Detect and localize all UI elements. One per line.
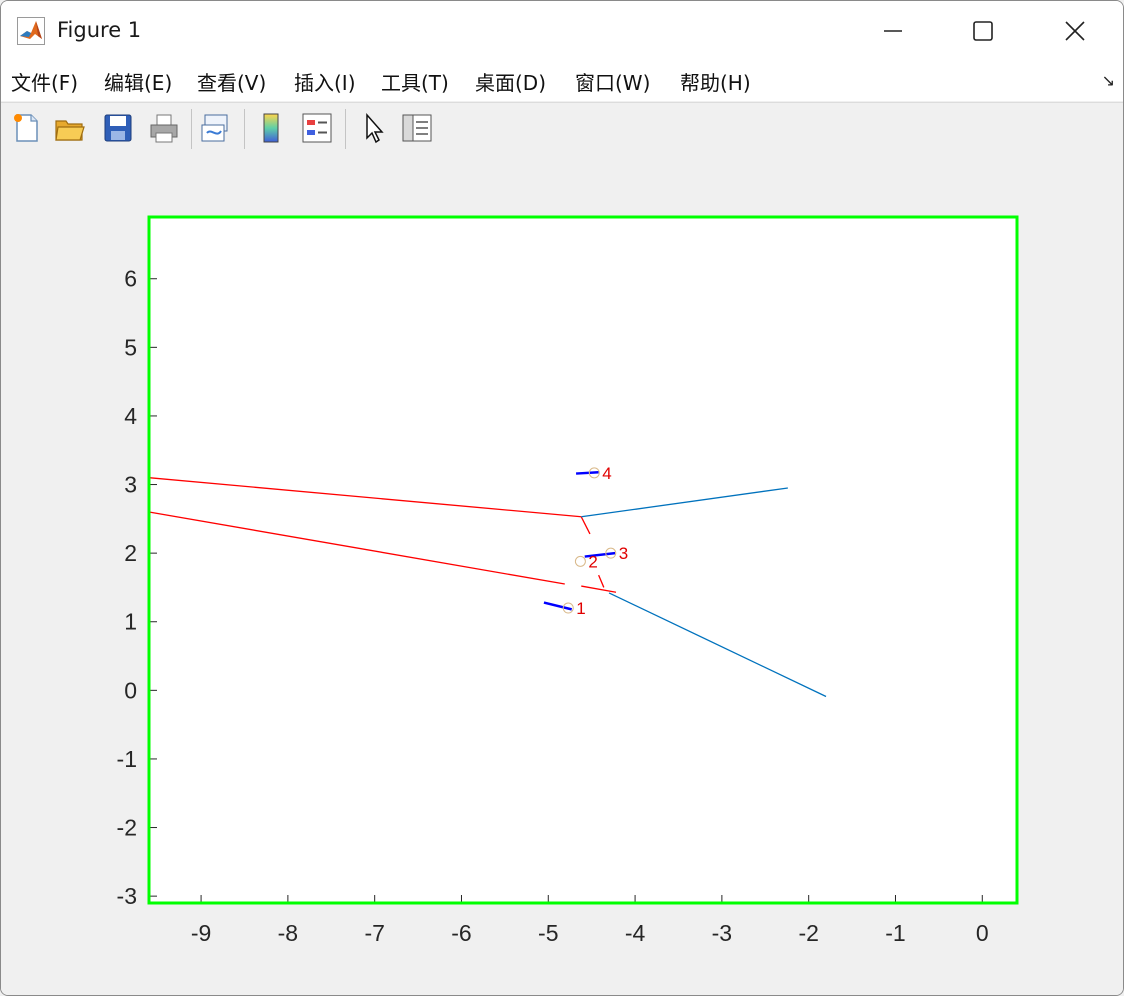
menu-desktop[interactable]: 桌面(D) xyxy=(475,67,546,96)
colorbar-icon[interactable] xyxy=(254,111,288,145)
save-icon[interactable] xyxy=(101,111,135,145)
title-bar[interactable]: Figure 1 xyxy=(1,1,1123,61)
menu-insert[interactable]: 插入(I) xyxy=(294,67,356,96)
x-tick-label: -4 xyxy=(625,920,646,946)
new-figure-icon[interactable] xyxy=(9,111,43,145)
x-tick-label: -6 xyxy=(451,920,471,946)
open-file-icon[interactable] xyxy=(53,111,87,145)
minimize-icon xyxy=(884,30,902,32)
x-tick-label: -1 xyxy=(885,920,905,946)
matlab-logo-icon xyxy=(17,17,45,45)
toolbar-separator xyxy=(191,109,192,149)
x-tick-label: 0 xyxy=(976,920,989,946)
toolbar-separator xyxy=(244,109,245,149)
pointer-icon[interactable] xyxy=(358,111,392,145)
x-tick-label: -8 xyxy=(278,920,298,946)
maximize-icon xyxy=(973,21,993,41)
close-button[interactable] xyxy=(1029,1,1121,61)
y-tick-label: 5 xyxy=(124,334,137,360)
axes-background xyxy=(149,217,1017,903)
minimize-button[interactable] xyxy=(847,1,939,61)
y-tick-label: -3 xyxy=(117,883,137,909)
point-label: 1 xyxy=(576,599,585,618)
plot-svg[interactable]: -9 -8 -7 -6 -5 -4 -3 -2 -1 0 -3 -2 -1 0 1 2 3 4 5 6 1 2 3 4 xyxy=(1,155,1123,995)
toolbar-separator xyxy=(345,109,346,149)
maximize-button[interactable] xyxy=(937,1,1029,61)
menu-view[interactable]: 查看(V) xyxy=(197,67,266,96)
y-tick-label: 4 xyxy=(124,403,137,429)
y-tick-label: 6 xyxy=(124,266,137,292)
point-label: 2 xyxy=(588,552,597,571)
x-tick-label: -3 xyxy=(712,920,732,946)
menu-edit[interactable]: 编辑(E) xyxy=(104,67,172,96)
y-tick-label: -1 xyxy=(117,746,137,772)
property-inspector-icon[interactable] xyxy=(400,111,434,145)
menu-window[interactable]: 窗口(W) xyxy=(575,67,650,96)
menu-help[interactable]: 帮助(H) xyxy=(680,67,751,96)
y-tick-label: 1 xyxy=(124,609,137,635)
blue-segment xyxy=(575,470,599,475)
y-tick-label: 2 xyxy=(124,540,137,566)
menu-expand-icon[interactable]: ↘ xyxy=(1102,71,1115,90)
x-tick-label: -5 xyxy=(538,920,558,946)
menu-bar: 文件(F) 编辑(E) 查看(V) 插入(I) 工具(T) 桌面(D) 窗口(W… xyxy=(1,61,1123,101)
window-title: Figure 1 xyxy=(57,18,142,42)
figure-window: Figure 1 文件(F) 编辑(E) 查看(V) 插入(I) 工具(T) 桌… xyxy=(0,0,1124,996)
legend-icon[interactable] xyxy=(300,111,334,145)
print-icon[interactable] xyxy=(147,111,181,145)
x-tick-label: -9 xyxy=(191,920,211,946)
x-tick-label: -7 xyxy=(364,920,384,946)
menu-file[interactable]: 文件(F) xyxy=(11,67,78,96)
y-tick-label: 3 xyxy=(124,472,137,498)
point-label: 3 xyxy=(619,544,628,563)
menu-tools[interactable]: 工具(T) xyxy=(381,67,449,96)
x-tick-label: -2 xyxy=(798,920,818,946)
link-plot-icon[interactable] xyxy=(199,111,233,145)
y-tick-label: -2 xyxy=(117,815,137,841)
figure-toolbar xyxy=(1,102,1123,156)
point-label: 4 xyxy=(602,464,611,483)
close-icon xyxy=(1065,21,1085,41)
figure-canvas: -9 -8 -7 -6 -5 -4 -3 -2 -1 0 -3 -2 -1 0 1 2 3 4 5 6 1 2 3 4 xyxy=(1,155,1123,995)
y-tick-label: 0 xyxy=(124,677,137,703)
